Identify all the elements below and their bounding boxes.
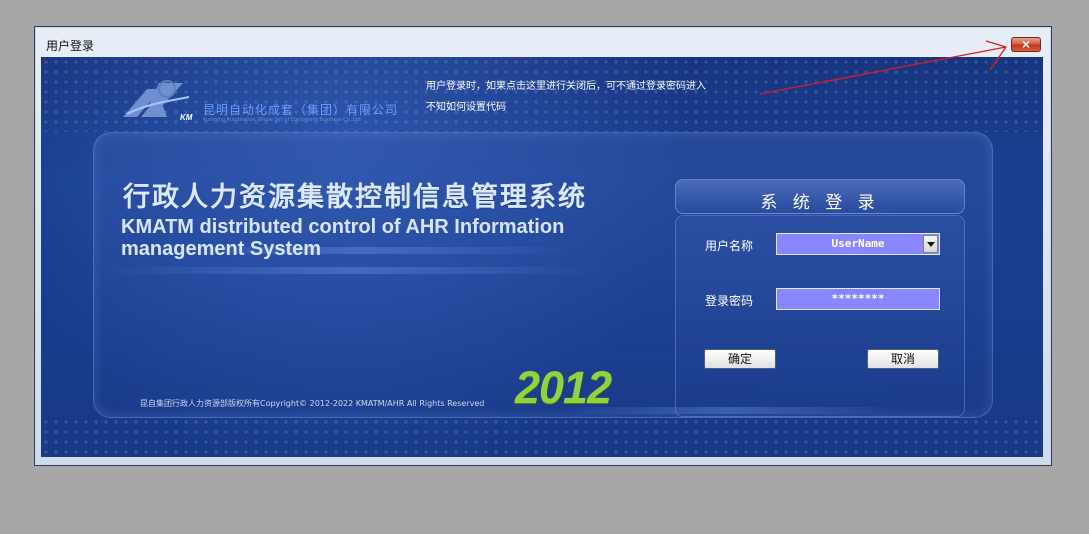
company-logo: KM 昆明自动化成套（集团）有限公司 Kunming Automation Wh… bbox=[119, 77, 419, 132]
company-name-en: Kunming Automation Whole Set of Equipmen… bbox=[203, 117, 361, 123]
login-window: 用户登录 × KM 昆明自动化成套（集团）有限公司 Kunming Automa… bbox=[34, 26, 1052, 466]
cancel-button[interactable]: 取消 bbox=[867, 349, 939, 369]
login-title-box: 系 统 登 录 bbox=[675, 179, 965, 214]
window-title: 用户登录 bbox=[46, 39, 95, 53]
year-badge: 2012 bbox=[515, 362, 612, 413]
window-titlebar: 用户登录 × bbox=[35, 27, 1051, 57]
system-title-en: KMATM distributed control of AHR Informa… bbox=[121, 216, 565, 260]
settings-tip-text: 不知如何设置代码 bbox=[426, 102, 506, 113]
close-icon: × bbox=[1021, 36, 1031, 52]
login-content-panel: KM 昆明自动化成套（集团）有限公司 Kunming Automation Wh… bbox=[41, 57, 1043, 457]
company-name-cn: 昆明自动化成套（集团）有限公司 bbox=[203, 103, 399, 117]
password-label: 登录密码 bbox=[705, 294, 754, 308]
desktop-background: 用户登录 × KM 昆明自动化成套（集团）有限公司 Kunming Automa… bbox=[0, 0, 1089, 534]
username-select[interactable]: UserName bbox=[776, 233, 940, 255]
close-tip-link[interactable]: 用户登录时，如果点击这里进行关闭后，可不通过登录密码进入 bbox=[426, 77, 706, 92]
system-title-cn: 行政人力资源集散控制信息管理系统 bbox=[123, 182, 587, 213]
username-value: UserName bbox=[831, 237, 885, 250]
ok-button[interactable]: 确定 bbox=[704, 349, 776, 369]
login-form-box: 用户名称 UserName 登录密码 ******** 确定 取消 bbox=[675, 215, 965, 417]
password-mask: ******** bbox=[831, 292, 885, 305]
logo-mark-text: KM bbox=[180, 113, 193, 122]
close-button[interactable]: × bbox=[1011, 36, 1041, 52]
copyright-text: 昆自集团行政人力资源部版权所有Copyright© 2012-2022 KMAT… bbox=[140, 399, 485, 408]
bottom-dot-pattern bbox=[41, 417, 1043, 457]
logo-mark-icon bbox=[123, 80, 190, 117]
login-title: 系 统 登 录 bbox=[760, 193, 880, 213]
username-label: 用户名称 bbox=[705, 239, 754, 253]
decorative-stripe bbox=[98, 267, 604, 274]
chevron-down-icon[interactable] bbox=[923, 235, 938, 253]
password-field[interactable]: ******** bbox=[776, 288, 940, 310]
